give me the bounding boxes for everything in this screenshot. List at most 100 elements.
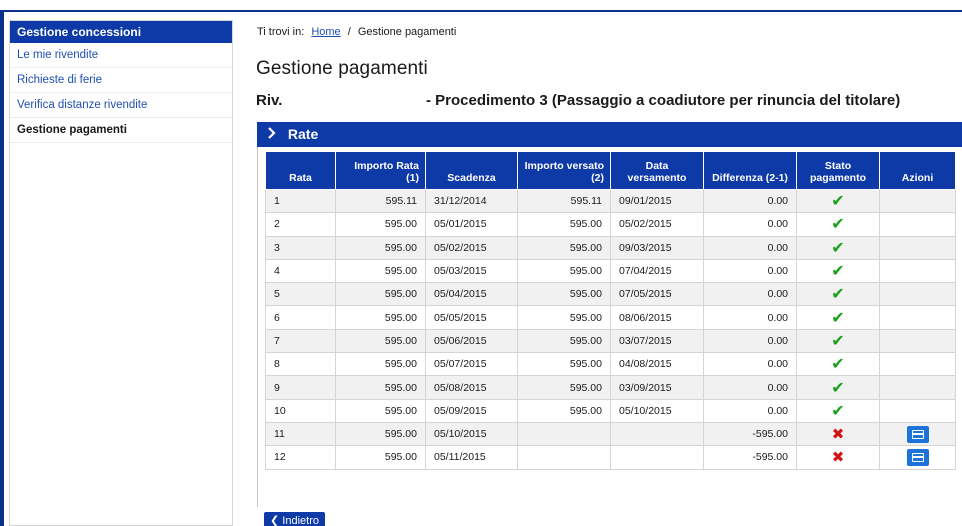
- col-header-importo-versato: Importo versato (2): [517, 151, 611, 190]
- page-title: Gestione pagamenti: [256, 58, 428, 79]
- cell-data-versamento: [610, 445, 704, 470]
- table-row: 9 595.00 05/08/2015 595.00 03/09/2015 0.00 ✔: [265, 375, 956, 400]
- cell-azioni: [879, 328, 956, 354]
- cell-rata: 4: [265, 258, 336, 284]
- cell-differenza: 0.00: [703, 258, 797, 284]
- table-row: 6 595.00 05/05/2015 595.00 08/06/2015 0.00 ✔: [265, 305, 956, 330]
- cell-rata: 11: [265, 421, 336, 447]
- rate-table: Rata Importo Rata (1) Scadenza Importo v…: [265, 151, 956, 470]
- check-icon: ✔: [831, 239, 845, 257]
- cross-icon: ✖: [831, 449, 845, 467]
- cell-differenza: 0.00: [703, 282, 797, 307]
- rate-panel-header[interactable]: Rate: [257, 122, 962, 147]
- cell-stato-pagamento: ✔: [796, 258, 880, 284]
- cell-importo-versato: 595.00: [517, 235, 611, 260]
- cell-stato-pagamento: ✔: [796, 375, 880, 400]
- cell-importo-rata: 595.00: [335, 212, 426, 237]
- check-icon: ✔: [831, 379, 845, 397]
- cell-data-versamento: 07/04/2015: [610, 258, 704, 284]
- sidebar-item-mie-rivendite[interactable]: Le mie rivendite: [10, 43, 232, 68]
- cell-stato-pagamento: ✔: [796, 212, 880, 237]
- cell-data-versamento: 09/01/2015: [610, 188, 704, 214]
- cell-azioni: [879, 188, 956, 214]
- cell-importo-versato: 595.00: [517, 258, 611, 284]
- cell-rata: 10: [265, 398, 336, 423]
- cell-stato-pagamento: ✔: [796, 352, 880, 377]
- check-icon: ✔: [831, 402, 845, 420]
- cell-rata: 7: [265, 328, 336, 354]
- cell-importo-versato: 595.00: [517, 282, 611, 307]
- cell-data-versamento: 07/05/2015: [610, 282, 704, 307]
- sidebar-item-gestione-pagamenti[interactable]: Gestione pagamenti: [10, 118, 232, 143]
- cell-data-versamento: 05/10/2015: [610, 398, 704, 423]
- table-row: 3 595.00 05/02/2015 595.00 09/03/2015 0.00 ✔: [265, 235, 956, 260]
- col-header-data-versamento: Data versamento: [610, 151, 704, 190]
- check-icon: ✔: [831, 309, 845, 327]
- cell-azioni: [879, 421, 956, 447]
- cell-importo-rata: 595.00: [335, 375, 426, 400]
- sidebar-item-richieste-ferie[interactable]: Richieste di ferie: [10, 68, 232, 93]
- col-header-rata: Rata: [265, 151, 336, 190]
- table-row: 10 595.00 05/09/2015 595.00 05/10/2015 0.00 ✔: [265, 398, 956, 423]
- cell-data-versamento: 08/06/2015: [610, 305, 704, 330]
- subtitle-prefix: Riv.: [256, 92, 283, 109]
- rate-table-body: 1 595.11 31/12/2014 595.11 09/01/2015 0.00 ✔ 2 5…: [265, 188, 956, 470]
- cell-importo-versato: 595.00: [517, 398, 611, 423]
- breadcrumb-prefix: Ti trovi in:: [257, 26, 305, 38]
- subtitle-description: - Procedimento 3 (Passaggio a coadiutore…: [426, 92, 901, 109]
- cell-rata: 2: [265, 212, 336, 237]
- rate-panel-title: Rate: [287, 126, 319, 142]
- back-button[interactable]: ❮ Indietro: [264, 512, 325, 526]
- page-subtitle: Riv. - Procedimento 3 (Passaggio a coadi…: [256, 92, 900, 109]
- cell-azioni: [879, 398, 956, 423]
- sidebar-item-verifica-distanze[interactable]: Verifica distanze rivendite: [10, 93, 232, 118]
- cell-importo-rata: 595.00: [335, 258, 426, 284]
- cell-stato-pagamento: ✔: [796, 398, 880, 423]
- cell-importo-rata: 595.00: [335, 352, 426, 377]
- cell-data-versamento: 05/02/2015: [610, 212, 704, 237]
- cell-azioni: [879, 282, 956, 307]
- table-row: 4 595.00 05/03/2015 595.00 07/04/2015 0.00 ✔: [265, 258, 956, 284]
- cell-data-versamento: 03/07/2015: [610, 328, 704, 354]
- cell-scadenza: 05/02/2015: [425, 235, 518, 260]
- breadcrumb-home-link[interactable]: Home: [311, 26, 340, 38]
- cell-scadenza: 05/05/2015: [425, 305, 518, 330]
- check-icon: ✔: [831, 332, 845, 350]
- pay-card-icon[interactable]: [906, 425, 929, 443]
- cell-stato-pagamento: ✖: [796, 445, 880, 470]
- chevron-right-icon: [267, 122, 279, 147]
- cross-icon: ✖: [831, 426, 845, 444]
- cell-stato-pagamento: ✔: [796, 235, 880, 260]
- cell-azioni: [879, 305, 956, 330]
- check-icon: ✔: [831, 263, 845, 281]
- cell-stato-pagamento: ✔: [796, 188, 880, 214]
- cell-data-versamento: 09/03/2015: [610, 235, 704, 260]
- cell-importo-versato: 595.00: [517, 328, 611, 354]
- cell-azioni: [879, 235, 956, 260]
- pay-card-icon[interactable]: [906, 448, 929, 466]
- table-row: 1 595.11 31/12/2014 595.11 09/01/2015 0.00 ✔: [265, 188, 956, 214]
- cell-importo-versato: 595.11: [517, 188, 611, 214]
- cell-importo-versato: [517, 445, 611, 470]
- back-button-label: Indietro: [282, 515, 319, 526]
- cell-differenza: -595.00: [703, 445, 797, 470]
- cell-importo-rata: 595.11: [335, 188, 426, 214]
- cell-rata: 6: [265, 305, 336, 330]
- chevron-left-icon: ❮: [270, 515, 280, 526]
- cell-differenza: 0.00: [703, 188, 797, 214]
- cell-scadenza: 05/03/2015: [425, 258, 518, 284]
- check-icon: ✔: [831, 193, 845, 211]
- cell-importo-versato: 595.00: [517, 375, 611, 400]
- cell-importo-rata: 595.00: [335, 305, 426, 330]
- cell-differenza: 0.00: [703, 398, 797, 423]
- top-frame-line: [0, 10, 962, 12]
- cell-scadenza: 05/08/2015: [425, 375, 518, 400]
- table-row: 7 595.00 05/06/2015 595.00 03/07/2015 0.00 ✔: [265, 328, 956, 354]
- cell-scadenza: 05/11/2015: [425, 445, 518, 470]
- cell-azioni: [879, 212, 956, 237]
- col-header-differenza: Differenza (2-1): [703, 151, 797, 190]
- cell-differenza: -595.00: [703, 421, 797, 447]
- cell-importo-rata: 595.00: [335, 398, 426, 423]
- col-header-azioni: Azioni: [879, 151, 956, 190]
- cell-azioni: [879, 445, 956, 470]
